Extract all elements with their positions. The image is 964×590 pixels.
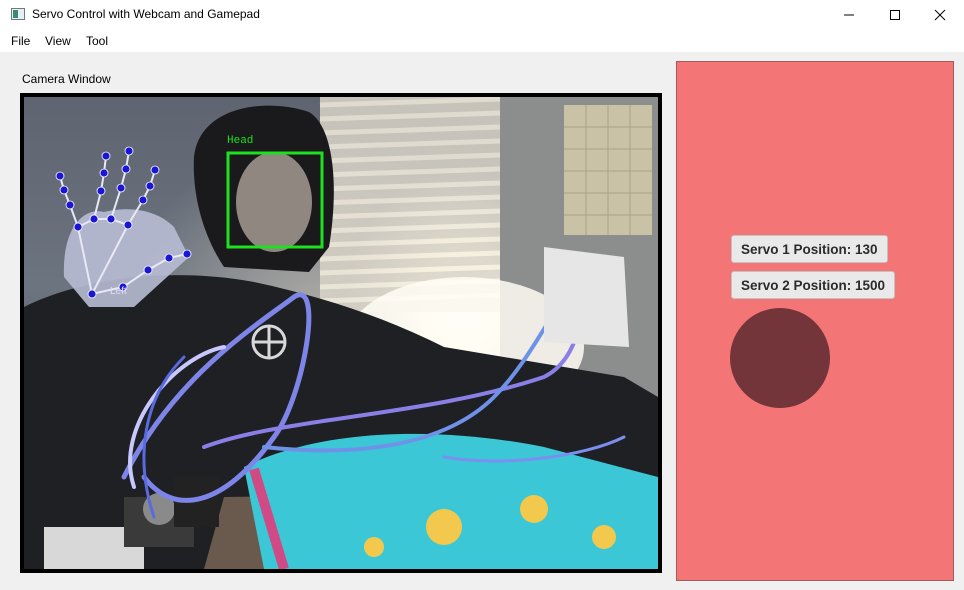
maximize-button[interactable]: [872, 0, 918, 30]
camera-window-label: Camera Window: [22, 72, 111, 86]
gadget: [544, 247, 629, 347]
head-label: Head: [227, 135, 253, 147]
window-title: Servo Control with Webcam and Gamepad: [32, 7, 260, 21]
face: [236, 152, 312, 252]
servo1-position-label: Servo 1 Position: 130: [731, 235, 888, 263]
servo-position-indicator: [730, 308, 830, 408]
camera-feed: Left Head: [24, 97, 658, 569]
menu-tool[interactable]: Tool: [84, 34, 110, 48]
servo2-position-label: Servo 2 Position: 1500: [731, 271, 896, 299]
app-icon: [11, 8, 25, 20]
hoodie-logo: [251, 324, 287, 360]
camera-scene: Left Head: [24, 97, 658, 569]
hand-label: Left: [110, 286, 127, 297]
menu-file[interactable]: File: [9, 34, 32, 48]
close-icon: [934, 9, 946, 21]
menu-view[interactable]: View: [43, 34, 73, 48]
camera-frame: Left Head: [20, 93, 662, 573]
title-bar: Servo Control with Webcam and Gamepad: [0, 0, 964, 30]
menu-bar: File View Tool: [0, 30, 964, 52]
servo-panel: Servo 1 Position: 130 Servo 2 Position: …: [676, 61, 954, 581]
maximize-icon: [890, 10, 900, 20]
close-button[interactable]: [917, 0, 963, 30]
main-content: Camera Window Left Head Servo 1 Position…: [0, 52, 964, 590]
minimize-icon: [844, 14, 854, 16]
minimize-button[interactable]: [826, 0, 872, 30]
